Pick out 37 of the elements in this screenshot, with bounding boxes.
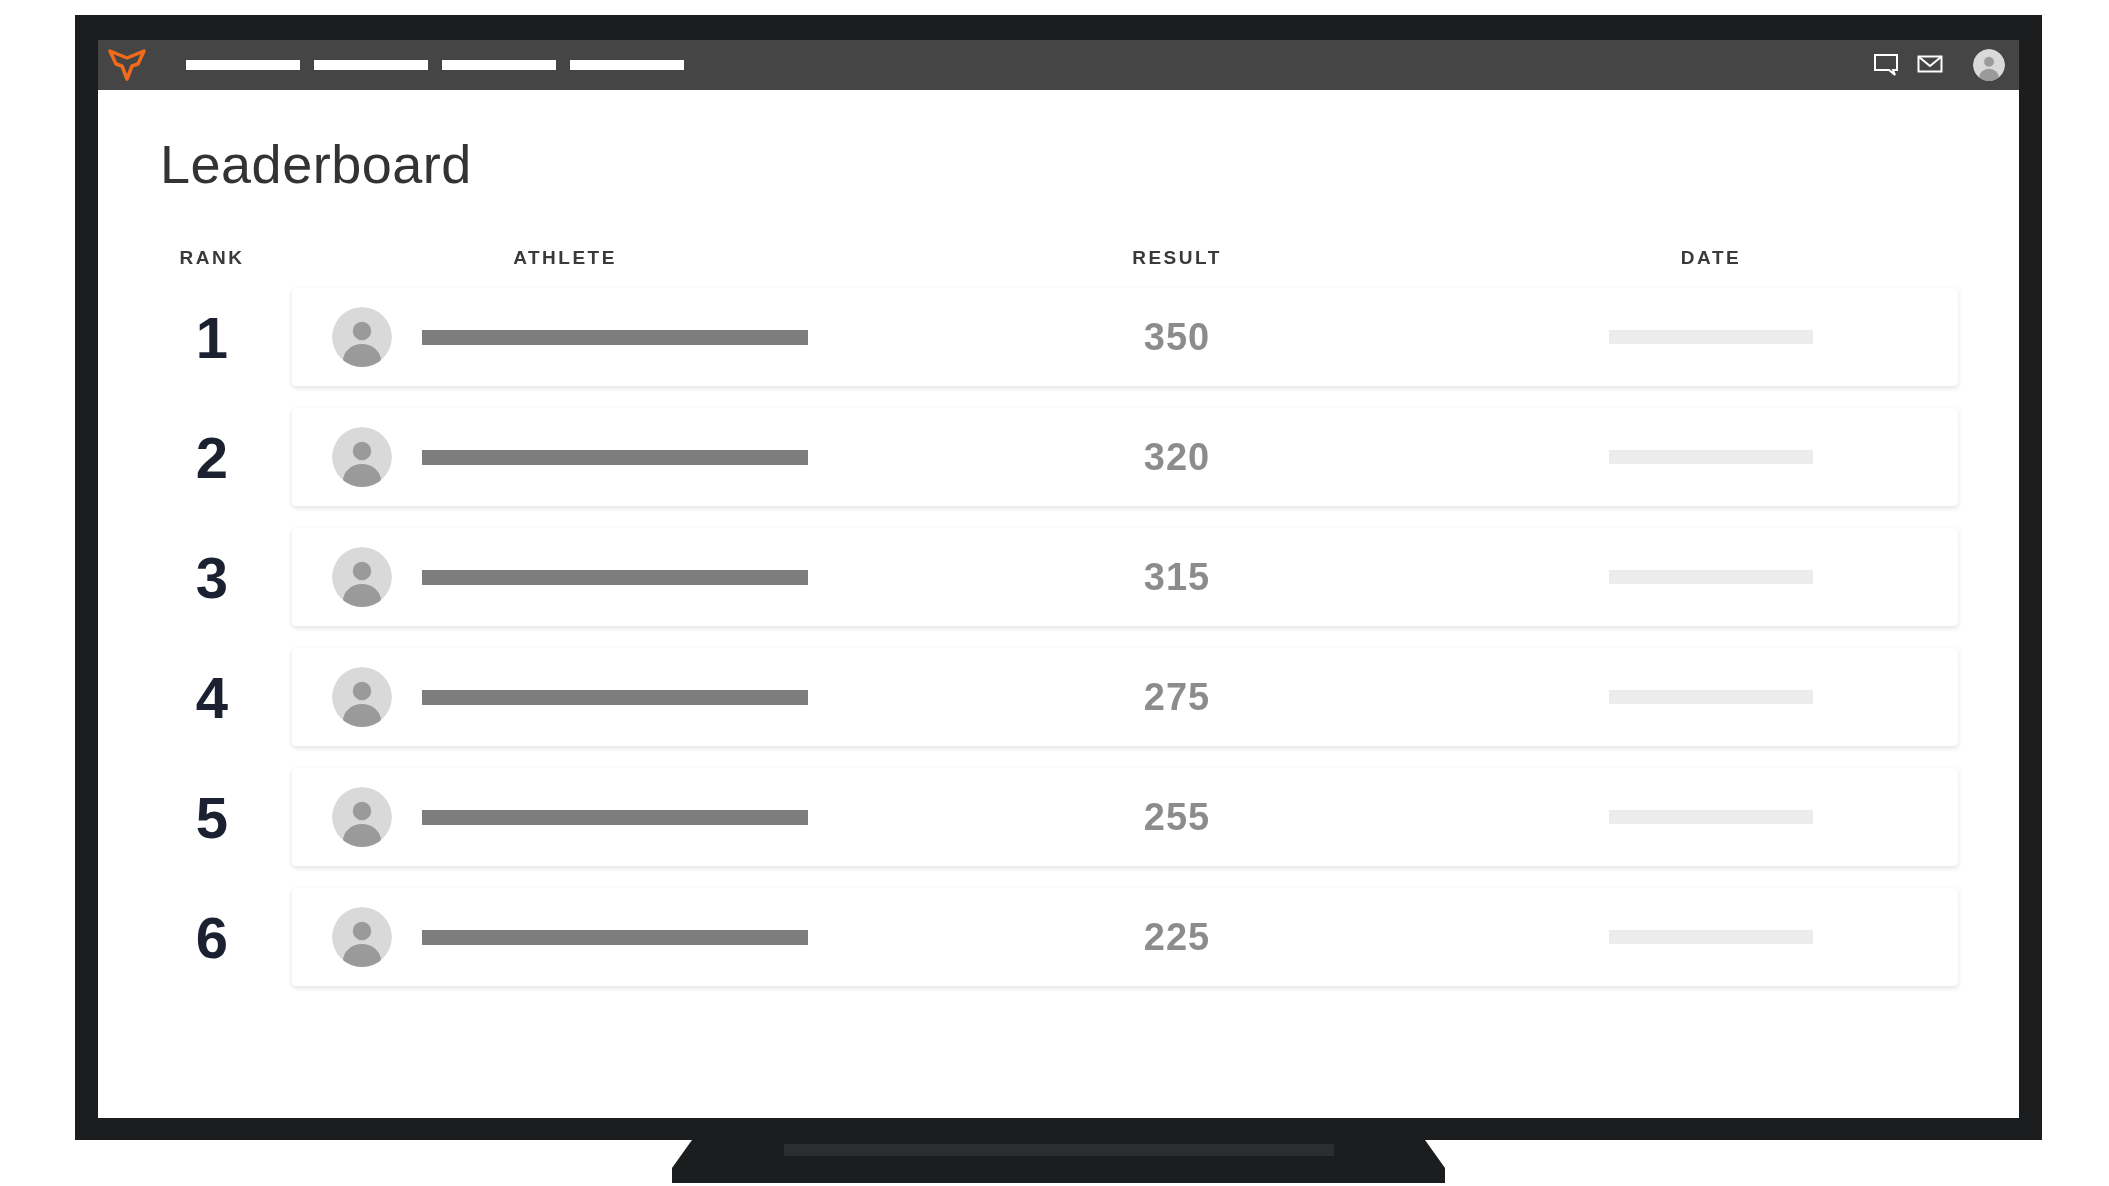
athlete-avatar bbox=[332, 787, 392, 847]
rank-number: 3 bbox=[195, 543, 229, 612]
page-title: Leaderboard bbox=[160, 134, 473, 194]
athlete-avatar bbox=[332, 667, 392, 727]
leaderboard-row[interactable]: 320 bbox=[292, 408, 1958, 506]
result-value: 315 bbox=[1143, 554, 1211, 600]
column-header: ATHLETE bbox=[513, 245, 617, 270]
leaderboard-row[interactable]: 225 bbox=[292, 888, 1958, 986]
result-value: 275 bbox=[1143, 674, 1211, 720]
chat-icon[interactable] bbox=[1873, 53, 1899, 77]
leaderboard-row[interactable]: 315 bbox=[292, 528, 1958, 626]
leaderboard-row[interactable]: 350 bbox=[292, 288, 1958, 386]
athlete-avatar bbox=[332, 307, 392, 367]
nav-link-placeholder[interactable] bbox=[314, 60, 428, 70]
result-value: 225 bbox=[1143, 914, 1211, 960]
rank-number: 6 bbox=[195, 903, 229, 972]
result-value: 350 bbox=[1143, 314, 1211, 360]
result-value: 320 bbox=[1143, 434, 1211, 480]
column-header: DATE bbox=[1680, 245, 1742, 270]
leaderboard-row[interactable]: 275 bbox=[292, 648, 1958, 746]
athlete-avatar bbox=[332, 427, 392, 487]
rank-number: 1 bbox=[195, 303, 229, 372]
athlete-avatar bbox=[332, 907, 392, 967]
nav-link-placeholder[interactable] bbox=[186, 60, 300, 70]
mail-icon[interactable] bbox=[1917, 55, 1943, 75]
result-value: 255 bbox=[1143, 794, 1211, 840]
nav-link-placeholder[interactable] bbox=[570, 60, 684, 70]
athlete-avatar bbox=[332, 547, 392, 607]
column-header: RANK bbox=[179, 245, 245, 270]
rank-number: 4 bbox=[195, 663, 229, 732]
nav-link-placeholder[interactable] bbox=[442, 60, 556, 70]
logo-icon bbox=[108, 48, 146, 82]
rank-number: 2 bbox=[195, 423, 229, 492]
column-header: RESULT bbox=[1132, 245, 1222, 270]
rank-number: 5 bbox=[195, 783, 229, 852]
leaderboard-row[interactable]: 255 bbox=[292, 768, 1958, 866]
profile-avatar bbox=[1973, 49, 2005, 81]
